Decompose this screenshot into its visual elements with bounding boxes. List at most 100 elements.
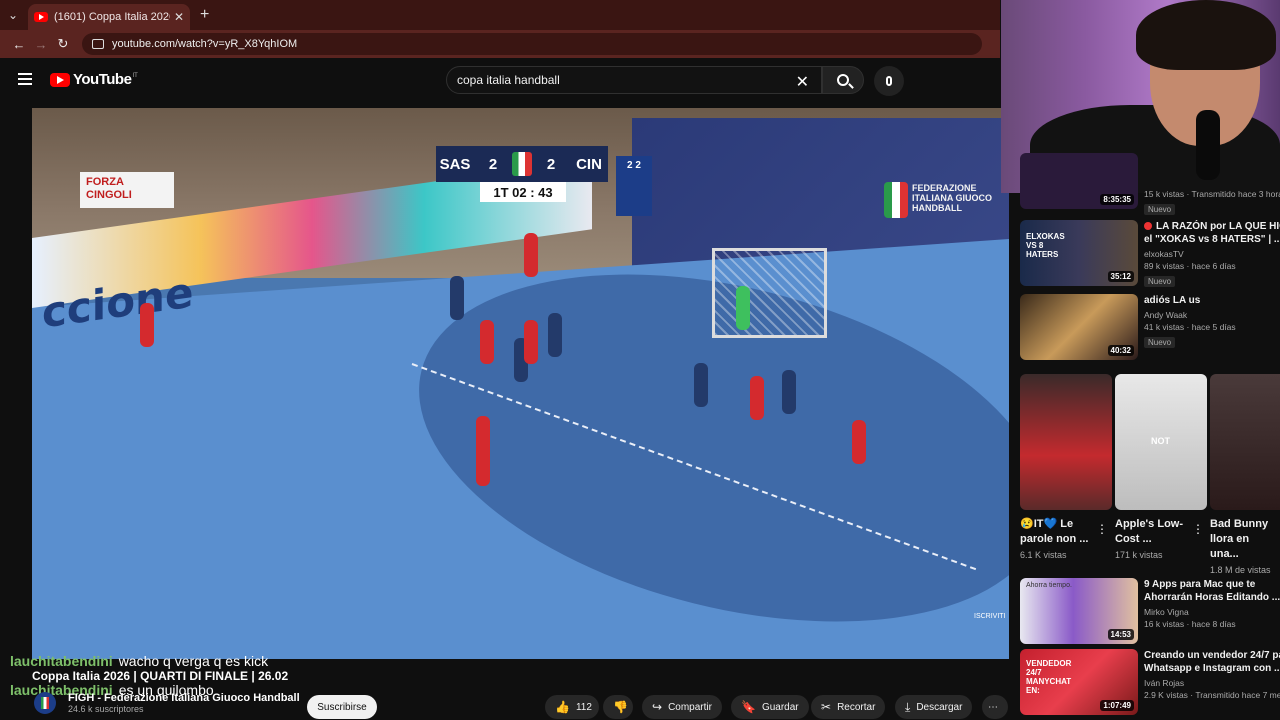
duration-badge: 35:12 (1107, 271, 1134, 282)
short-menu-icon[interactable]: ⋮ (1192, 522, 1204, 536)
channel-name[interactable]: Iván Rojas (1144, 678, 1280, 688)
channel-avatar[interactable] (34, 692, 56, 714)
youtube-favicon-icon (34, 12, 48, 22)
search-input[interactable]: copa italia handball ✕ (446, 66, 822, 94)
voice-search-button[interactable] (874, 66, 904, 96)
home-team: SAS (439, 155, 471, 173)
hamburger-menu-icon[interactable] (18, 73, 32, 85)
url-text: youtube.com/watch?v=yR_X8YqhIOM (112, 38, 298, 50)
bookmark-icon: 🔖 (741, 700, 756, 714)
video-thumbnail[interactable]: 8:35:35 (1020, 153, 1138, 209)
channel-name[interactable]: FIGH - Federazione Italiana Giuoco Handb… (68, 692, 300, 704)
screen: ⌄ (1601) Coppa Italia 2026 | QUART ✕ + ←… (0, 0, 1280, 720)
logo-country-code: IT (132, 72, 138, 79)
video-title: 9 Apps para Mac que te (1144, 579, 1256, 590)
video-thumbnail[interactable]: VENDEDOR 24/7 MANYCHAT EN: 1:07:49 (1020, 649, 1138, 715)
url-field[interactable]: youtube.com/watch?v=yR_X8YqhIOM (82, 33, 982, 55)
player (480, 320, 494, 364)
scissors-icon: ✂ (821, 700, 832, 714)
short-title[interactable]: Bad Bunny llora en una... (1210, 517, 1280, 562)
tab-close-icon[interactable]: ✕ (174, 10, 184, 24)
subscriber-count: 24.6 k suscriptores (68, 704, 144, 714)
like-button[interactable]: 👍 112 (545, 695, 599, 719)
view-count: 16 k vistas · hace 8 días (1144, 619, 1236, 629)
chat-text: wacho q verga q es kick (118, 653, 269, 669)
recommendation-item[interactable]: Ahorra tiempo. 14:53 9 Apps para Mac que… (1020, 578, 1280, 644)
view-count: 2.9 K vistas · Transmitido hace 7 meses (1144, 690, 1280, 700)
video-thumbnail[interactable]: 40:32 (1020, 294, 1138, 360)
subscribe-button[interactable]: Suscribirse (307, 695, 377, 719)
video-thumbnail[interactable]: ELXOKAS VS 8 HATERS 35:12 (1020, 220, 1138, 286)
youtube-logo[interactable]: YouTube IT (50, 71, 138, 88)
player (852, 420, 866, 464)
duration-badge: 8:35:35 (1100, 194, 1134, 205)
reload-icon[interactable]: ↻ (52, 36, 74, 52)
figh-crest-icon (41, 697, 49, 709)
recommendation-item[interactable]: 40:32 adiós LA us Andy Waak 41 k vistas … (1020, 294, 1280, 360)
match-half: 1T (493, 184, 509, 200)
browser-tab[interactable]: (1601) Coppa Italia 2026 | QUART ✕ (28, 4, 190, 30)
short-thumbnail[interactable] (1210, 374, 1280, 510)
video-title-line2: Ahorrarán Horas Editando ... (1144, 592, 1280, 603)
figh-shield-icon (884, 182, 908, 218)
recommendation-item[interactable]: VENDEDOR 24/7 MANYCHAT EN: 1:07:49 Crean… (1020, 649, 1280, 715)
goalkeeper (736, 286, 750, 330)
thumbs-down-icon: 👎 (613, 700, 628, 714)
duration-badge: 14:53 (1107, 629, 1134, 640)
logo-text: YouTube (73, 71, 132, 88)
match-time: 02 : 43 (512, 184, 553, 200)
video-player[interactable]: ccione FORZA CINGOLI FEDERAZIONE ITALIAN… (32, 108, 1009, 659)
microphone (1196, 110, 1220, 180)
site-info-icon[interactable] (92, 39, 104, 49)
short-thumbnail[interactable]: NOT (1115, 374, 1207, 510)
channel-name[interactable]: Andy Waak (1144, 310, 1280, 320)
short-thumbnail[interactable] (1020, 374, 1112, 510)
video-title: Coppa Italia 2026 | QUARTI DI FINALE | 2… (32, 669, 289, 683)
video-title: adiós LA us (1144, 295, 1201, 306)
clip-label: Recortar (837, 701, 876, 713)
thumbs-up-icon: 👍 (555, 700, 570, 714)
youtube-header: YouTube IT copa italia handball ✕ (0, 58, 1000, 104)
short-views: 171 k vistas (1115, 550, 1163, 560)
player (140, 303, 154, 347)
new-tab-icon[interactable]: + (200, 6, 209, 24)
forward-arrow-icon[interactable]: → (30, 37, 52, 52)
thumbnail-caption: ELXOKAS VS 8 HATERS (1026, 232, 1065, 259)
save-button[interactable]: 🔖 Guardar (731, 695, 809, 719)
short-title[interactable]: Apple's Low-Cost ... (1115, 517, 1191, 547)
duration-badge: 1:07:49 (1100, 700, 1134, 711)
video-title: Creando un vendedor 24/7 para (1144, 650, 1280, 661)
video-thumbnail[interactable]: Ahorra tiempo. 14:53 (1020, 578, 1138, 644)
short-menu-icon[interactable]: ⋮ (1096, 522, 1108, 536)
scoreboard: SAS 2 2 CIN (436, 146, 608, 182)
view-count: 41 k vistas · hace 5 días (1144, 322, 1236, 332)
share-button[interactable]: ↪ Compartir (642, 695, 722, 719)
back-arrow-icon[interactable]: ← (8, 37, 30, 52)
short-title[interactable]: 😢IT💙 Le parole non ... (1020, 517, 1092, 547)
recommendation-item[interactable]: 8:35:35 15 k vistas · Transmitido hace 3… (1020, 153, 1280, 215)
dislike-button[interactable]: 👎 (603, 695, 633, 719)
home-score: 2 (488, 155, 498, 173)
away-score: 2 (546, 155, 556, 173)
clear-search-icon[interactable]: ✕ (796, 72, 809, 92)
search-icon (837, 74, 849, 86)
new-badge: Nuevo (1144, 204, 1176, 215)
download-label: Descargar (916, 701, 963, 713)
recommendation-item[interactable]: ELXOKAS VS 8 HATERS 35:12 LA RAZÓN por L… (1020, 220, 1280, 287)
player (524, 320, 538, 364)
player (548, 313, 562, 357)
streamer-hair (1136, 0, 1276, 70)
channel-name[interactable]: elxokasTV (1144, 249, 1280, 259)
like-count: 112 (575, 701, 592, 713)
tab-list-chevron-icon[interactable]: ⌄ (0, 0, 26, 30)
search-button[interactable] (822, 66, 864, 94)
channel-name[interactable]: Mirko Vigna (1144, 607, 1280, 617)
share-icon: ↪ (652, 700, 663, 714)
clip-button[interactable]: ✂ Recortar (811, 695, 886, 719)
player (694, 363, 708, 407)
fan-sign: FORZA CINGOLI (80, 172, 174, 208)
download-button[interactable]: ⤓ Descargar (895, 695, 973, 719)
more-actions-button[interactable]: ⋯ (982, 695, 1008, 719)
thumbnail-caption: VENDEDOR 24/7 MANYCHAT EN: (1026, 659, 1072, 695)
more-icon: ⋯ (988, 701, 998, 713)
